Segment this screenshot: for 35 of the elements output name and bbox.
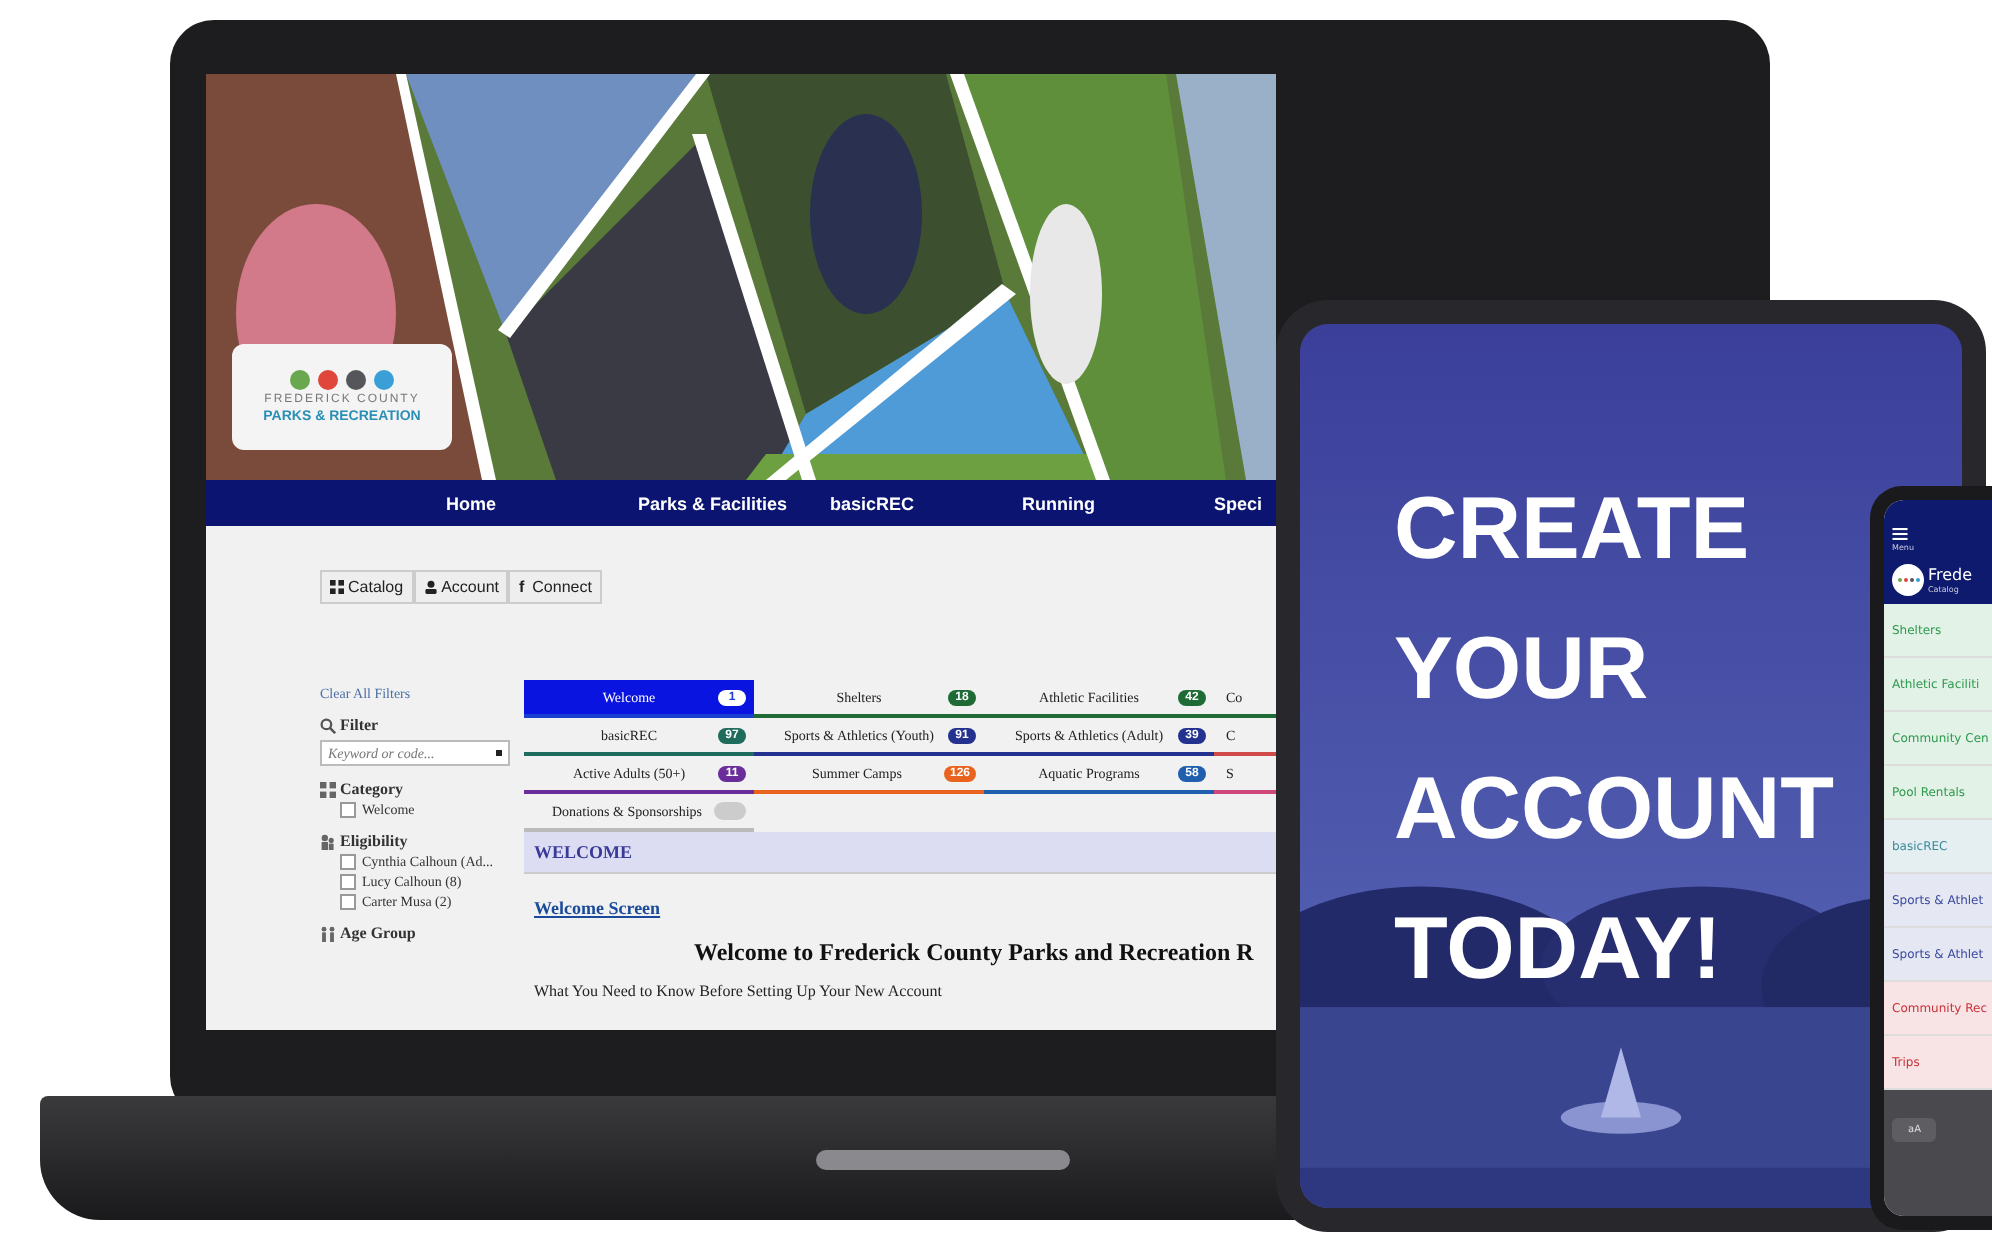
toolbar-button[interactable]: f Connect — [508, 570, 602, 604]
filter-group-title: Age Group — [340, 924, 416, 942]
nav-link[interactable]: basicREC — [830, 493, 1022, 513]
page-heading: Welcome to Frederick County Parks and Recreation R — [694, 938, 1256, 968]
headline-text: ACCOUNT — [1394, 758, 1834, 862]
welcome-link[interactable]: Welcome Screen — [534, 898, 1276, 918]
nav-link[interactable]: Running — [1022, 493, 1214, 513]
headline-text: YOUR — [1394, 618, 1649, 722]
square-icon — [496, 750, 502, 756]
filter-group-title: Category — [340, 780, 404, 798]
grid-icon — [320, 781, 336, 797]
search-icon — [320, 717, 336, 733]
logo-icon — [1892, 564, 1924, 596]
checkbox[interactable] — [340, 854, 356, 870]
checkbox[interactable] — [340, 894, 356, 910]
headline-text: TODAY! — [1394, 898, 1722, 1002]
toolbar-button[interactable]: Account — [413, 570, 509, 604]
nav-link[interactable]: Speci — [1214, 493, 1263, 513]
nav-link[interactable]: Parks & Facilities — [638, 493, 830, 513]
section-header: WELCOME — [524, 832, 1276, 874]
app-title: Frede — [1928, 566, 1973, 584]
people-icon — [320, 925, 336, 941]
nav-link[interactable]: Home — [446, 493, 638, 513]
filter-group-title: Eligibility — [340, 832, 408, 850]
filter-title: Filter — [340, 716, 379, 734]
headline-text: CREATE — [1394, 478, 1750, 582]
grid-icon — [330, 580, 344, 594]
checkbox[interactable] — [340, 874, 356, 890]
person-icon — [423, 580, 438, 594]
menu-icon[interactable] — [1892, 528, 1908, 540]
toolbar-button[interactable]: Catalog — [320, 570, 414, 604]
count-badge — [714, 802, 746, 820]
checkbox[interactable] — [340, 802, 356, 818]
people-icon — [320, 833, 336, 849]
intro-text: What You Need to Know Before Setting Up Your New Account — [534, 982, 944, 1000]
